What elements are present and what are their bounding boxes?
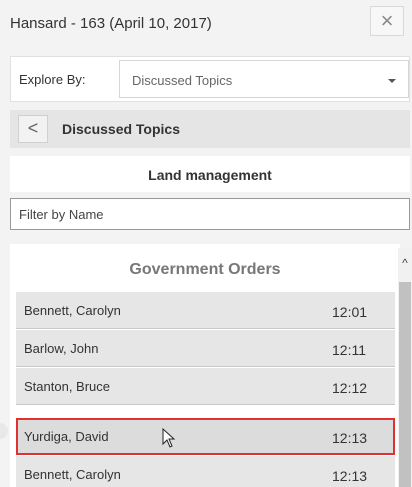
panel-header: Hansard - 163 (April 10, 2017) × [0, 0, 412, 50]
hansard-panel: Hansard - 163 (April 10, 2017) × Explore… [0, 0, 412, 487]
speaker-time: 12:13 [332, 430, 368, 446]
explore-by-row: Explore By: Discussed Topics [10, 56, 410, 102]
speaker-time: 12:01 [332, 304, 368, 320]
vertical-scrollbar[interactable]: ^ [398, 248, 412, 487]
speaker-name: Barlow, John [24, 341, 99, 356]
chevron-left-icon: < [27, 118, 39, 138]
caret-down-icon [388, 79, 396, 83]
back-button[interactable]: < [18, 115, 48, 143]
explore-by-label: Explore By: [19, 72, 86, 87]
list-item-selected[interactable]: Yurdiga, David 12:13 [16, 418, 395, 455]
speaker-list: Government Orders Bennett, Carolyn 12:01… [10, 244, 400, 487]
subject-title: Land management [148, 167, 272, 183]
list-item[interactable]: Stanton, Bruce 12:12 [16, 368, 395, 405]
speaker-name: Bennett, Carolyn [24, 303, 121, 318]
explore-by-value: Discussed Topics [132, 73, 233, 88]
list-item[interactable]: Bennett, Carolyn 12:01 [16, 292, 395, 329]
panel-title: Hansard - 163 (April 10, 2017) [10, 15, 212, 32]
speaker-name: Bennett, Carolyn [24, 467, 121, 482]
discussed-topics-bar: < Discussed Topics [10, 110, 410, 148]
explore-by-select[interactable]: Discussed Topics [119, 60, 409, 98]
list-item[interactable]: Bennett, Carolyn 12:13 [16, 456, 395, 487]
speaker-name: Stanton, Bruce [24, 379, 110, 394]
scroll-up-icon[interactable]: ^ [398, 256, 412, 270]
discussed-topics-title: Discussed Topics [62, 121, 181, 137]
filter-by-name-input[interactable] [10, 198, 410, 230]
speaker-time: 12:11 [332, 342, 366, 358]
speaker-name: Yurdiga, David [24, 429, 109, 444]
subject-header: Land management [10, 156, 410, 192]
speaker-time: 12:13 [332, 468, 368, 484]
speaker-time: 12:12 [332, 380, 368, 396]
close-button[interactable]: × [370, 6, 404, 36]
edge-decoration [0, 423, 8, 439]
list-item[interactable]: Barlow, John 12:11 [16, 330, 395, 367]
scroll-thumb[interactable] [399, 282, 411, 487]
close-icon: × [380, 8, 394, 33]
section-heading: Government Orders [129, 261, 281, 278]
mouse-pointer-icon [162, 428, 176, 448]
